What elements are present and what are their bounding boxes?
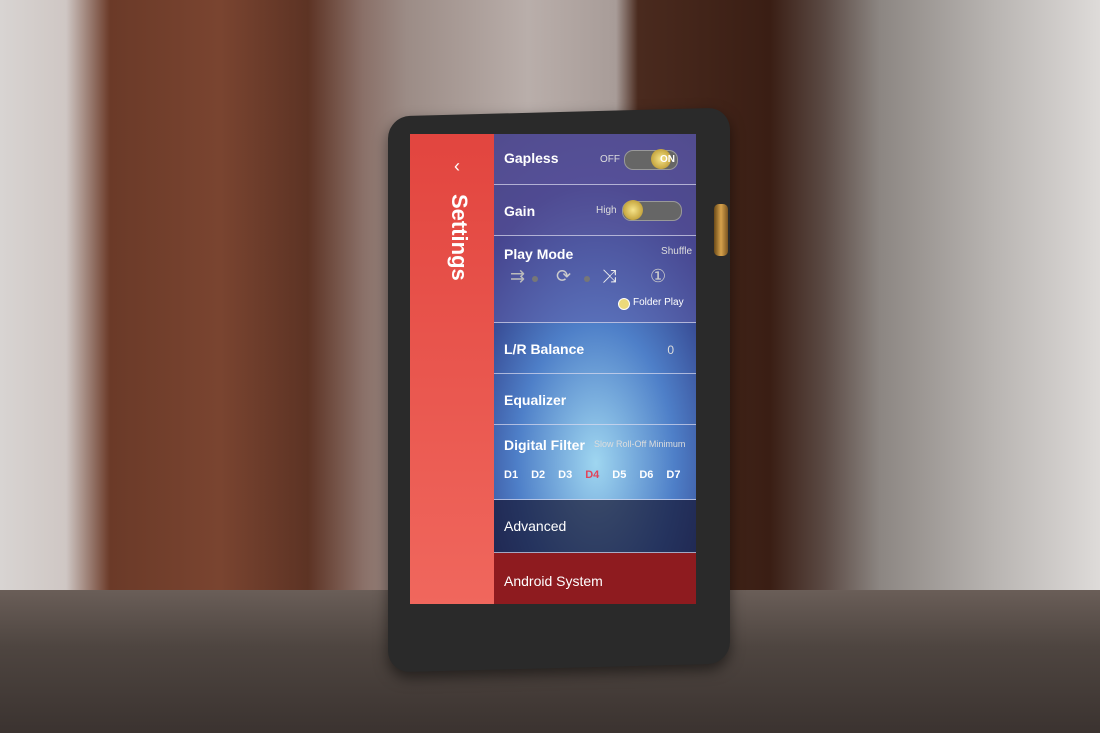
repeat-one-icon[interactable]: ① <box>650 266 666 287</box>
gain-value: High <box>596 205 617 216</box>
back-chevron-icon[interactable]: ‹ <box>454 156 460 177</box>
repeat-all-icon[interactable]: ⟳ <box>556 266 571 287</box>
gain-toggle[interactable] <box>622 200 682 221</box>
equalizer-label: Equalizer <box>504 392 567 408</box>
folder-play-radio[interactable] <box>618 298 630 310</box>
radio-dot[interactable] <box>584 276 590 282</box>
filter-options: D1 D2 D3 D4 D5 D6 D7 <box>504 469 680 481</box>
filter-option[interactable]: D7 <box>666 469 680 481</box>
android-system-row[interactable]: Android System <box>494 553 696 604</box>
filter-option[interactable]: D1 <box>504 469 518 481</box>
gapless-label: Gapless <box>504 150 559 166</box>
balance-value: 0 <box>667 343 674 357</box>
digital-filter-row: Digital Filter Slow Roll-Off Minimum D1 … <box>494 425 696 500</box>
filter-option[interactable]: D2 <box>531 469 545 481</box>
gain-row[interactable]: Gain High <box>494 185 696 236</box>
equalizer-row[interactable]: Equalizer <box>494 374 696 425</box>
gain-label: Gain <box>504 203 536 219</box>
device-screen: ‹ Settings Gapless OFF ON Gain High Play… <box>410 134 696 604</box>
shuffle-icon[interactable]: ⤨ <box>602 266 616 287</box>
gapless-off-label: OFF <box>600 154 620 165</box>
play-mode-row: Play Mode Shuffle ⇉ ⟳ ⤨ ① Folder Play <box>494 236 696 323</box>
balance-row[interactable]: L/R Balance 0 <box>494 323 696 374</box>
play-mode-label: Play Mode <box>504 246 574 262</box>
sidebar-title: Settings <box>447 194 472 281</box>
folder-play-label: Folder Play <box>633 297 684 308</box>
radio-dot[interactable] <box>532 276 538 282</box>
settings-sidebar: ‹ Settings <box>410 134 494 604</box>
volume-knob[interactable] <box>714 204 728 256</box>
filter-option[interactable]: D3 <box>558 469 572 481</box>
settings-list: Gapless OFF ON Gain High Play Mode Shuff… <box>494 134 696 604</box>
gapless-row[interactable]: Gapless OFF ON <box>494 134 696 185</box>
digital-filter-label: Digital Filter <box>504 437 585 453</box>
advanced-label: Advanced <box>504 518 567 534</box>
digital-filter-current: Slow Roll-Off Minimum <box>594 439 686 449</box>
gapless-on-label: ON <box>660 154 675 165</box>
android-system-label: Android System <box>504 573 603 589</box>
advanced-row[interactable]: Advanced <box>494 500 696 553</box>
filter-option[interactable]: D5 <box>612 469 626 481</box>
play-mode-current: Shuffle <box>661 246 692 257</box>
balance-label: L/R Balance <box>504 341 585 357</box>
filter-option-selected[interactable]: D4 <box>585 469 599 481</box>
filter-option[interactable]: D6 <box>639 469 653 481</box>
sequential-icon[interactable]: ⇉ <box>510 266 525 287</box>
toggle-thumb <box>623 200 643 220</box>
